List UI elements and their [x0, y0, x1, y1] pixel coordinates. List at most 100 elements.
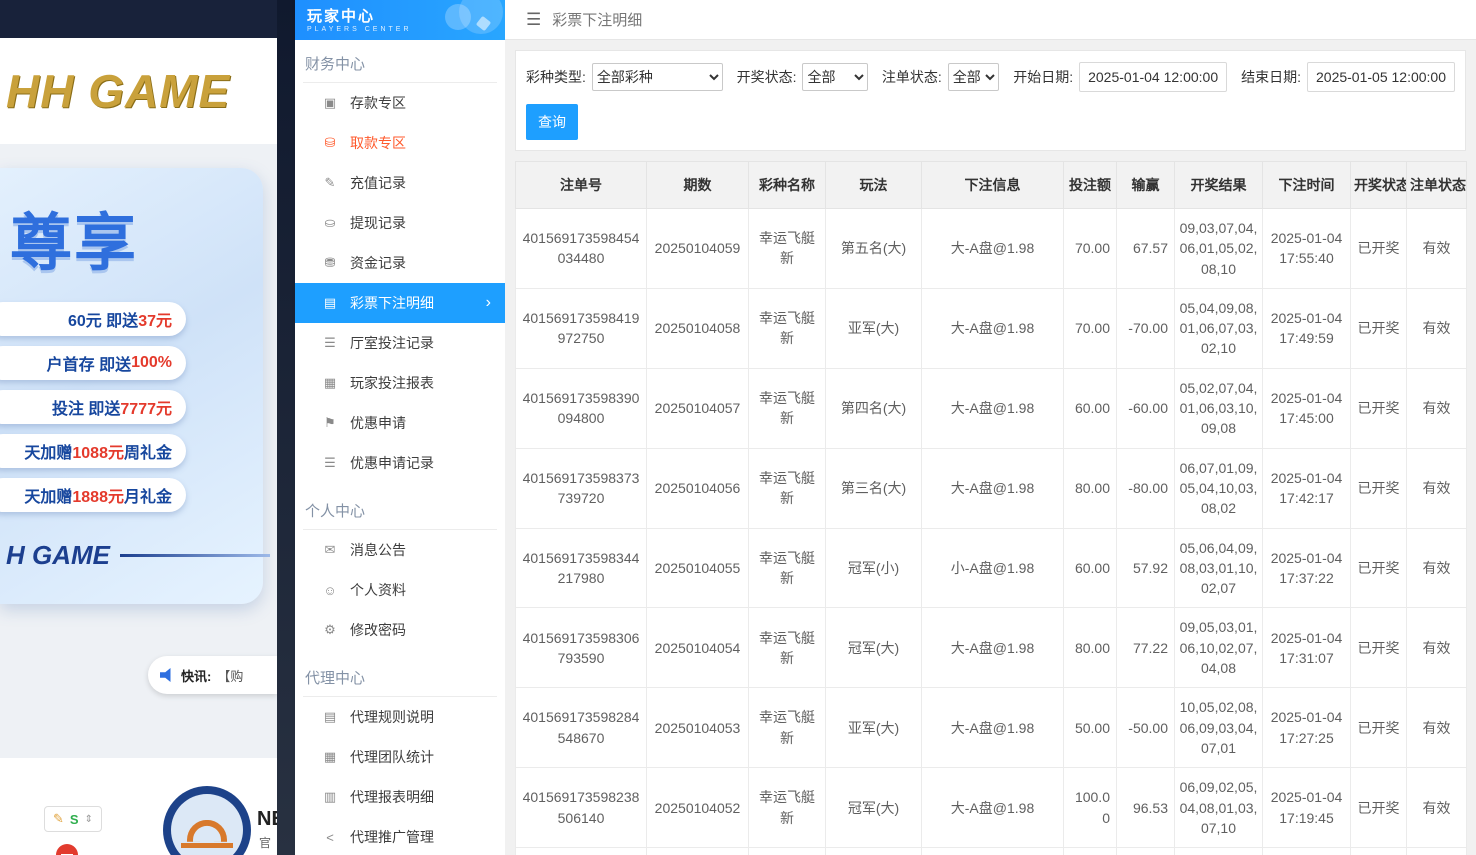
menu-list-icon: ☰: [322, 455, 338, 471]
hamburger-menu-icon[interactable]: ☰: [526, 10, 541, 30]
team-subtitle: 官: [259, 834, 271, 851]
column-header: 下注信息: [922, 162, 1064, 209]
sidebar-item-label: 取款专区: [350, 133, 406, 153]
cell-bet-info: 大-A盘@1.98: [922, 688, 1064, 768]
table-row: 40156917359834421798020250104055幸运飞艇新冠军(…: [516, 528, 1467, 608]
table-row: 40156917359839009480020250104057幸运飞艇新第四名…: [516, 368, 1467, 448]
main-topbar: ☰ 彩票下注明细: [505, 0, 1476, 40]
end-date-input[interactable]: [1307, 62, 1455, 92]
player-center-sidebar: 玩家中心 PLAYERS CENTER 财务中心▣存款专区⛁取款专区✎充值记录⛀…: [295, 0, 505, 855]
column-header: 注单号: [516, 162, 647, 209]
cell-play: 亚军(大): [826, 848, 922, 855]
promo-pill[interactable]: 天加赠1888元月礼金: [0, 478, 186, 512]
cell-lottery: 幸运飞艇新: [749, 688, 826, 768]
sidebar-item[interactable]: ⚑优惠申请: [295, 403, 505, 443]
cell-result: 04,09,10,01,02,03,05,07,06,08: [1175, 848, 1263, 855]
draw-status-select[interactable]: 全部: [802, 63, 867, 91]
site-footer-card: NE 官: [0, 758, 277, 855]
cell-draw-status: 已开奖: [1351, 848, 1407, 855]
sidebar-item[interactable]: ▤彩票下注明细›: [295, 283, 505, 323]
lottery-type-select[interactable]: 全部彩种: [592, 63, 723, 91]
sidebar-item[interactable]: ▣存款专区: [295, 83, 505, 123]
sidebar-item[interactable]: ✎充值记录: [295, 163, 505, 203]
cell-draw-status: 已开奖: [1351, 448, 1407, 528]
cell-amount: 70.00: [1064, 288, 1117, 368]
sidebar-item[interactable]: ⚙修改密码: [295, 610, 505, 650]
cell-time: 2025-01-04 17:49:59: [1263, 288, 1351, 368]
speaker-icon: [160, 668, 175, 682]
start-date-input[interactable]: [1079, 62, 1227, 92]
bet-status-select[interactable]: 全部: [948, 63, 1000, 91]
floating-toolbar[interactable]: ✎ S ⇕: [44, 806, 102, 832]
sidebar-item[interactable]: ▦玩家投注报表: [295, 363, 505, 403]
cell-period: 20250104051: [647, 848, 749, 855]
cell-play: 冠军(大): [826, 608, 922, 688]
sidebar-item-label: 代理团队统计: [350, 747, 434, 767]
cell-bet-info: 大-A盘@1.98: [922, 768, 1064, 848]
sidebar-item[interactable]: ▦代理团队统计: [295, 737, 505, 777]
cell-time: 2025-01-04 17:42:17: [1263, 448, 1351, 528]
cell-period: 20250104053: [647, 688, 749, 768]
sidebar-item-label: 优惠申请: [350, 413, 406, 433]
sidebar-item[interactable]: ☺个人资料: [295, 570, 505, 610]
money-record-icon: ⛃: [322, 255, 338, 271]
sidebar-item[interactable]: ☰ 厅室投注记录: [295, 323, 505, 363]
sidebar-menu: 财务中心▣存款专区⛁取款专区✎充值记录⛀提现记录⛃资金记录▤彩票下注明细›☰厅室…: [295, 40, 505, 855]
cell-win-loss: 67.57: [1117, 209, 1175, 289]
cell-play: 第四名(大): [826, 368, 922, 448]
promo-pill-prefix: 投注 即送: [52, 395, 120, 419]
promo-pill[interactable]: 户首存 即送100%: [0, 346, 186, 380]
edit-icon[interactable]: ✎: [53, 811, 64, 827]
cell-bet-status: 有效: [1407, 288, 1467, 368]
promo-pill[interactable]: 天加赠1088元周礼金: [0, 434, 186, 468]
table-header-row: 注单号期数彩种名称玩法下注信息投注额输赢开奖结果下注时间开奖状态注单状态: [516, 162, 1467, 209]
list-icon: ▤: [322, 295, 338, 311]
cell-amount: 80.00: [1064, 448, 1117, 528]
cell-bet-info: 大-A盘@1.98: [922, 848, 1064, 855]
cell-bet-status: 有效: [1407, 209, 1467, 289]
menu-list-icon: ☰: [322, 335, 338, 351]
s-logo-icon[interactable]: S: [70, 812, 79, 827]
cell-play: 亚军(大): [826, 688, 922, 768]
page-title: 彩票下注明细: [552, 9, 642, 30]
cell-play: 冠军(大): [826, 768, 922, 848]
cell-play: 第五名(大): [826, 209, 922, 289]
bet-status-label: 注单状态:: [882, 67, 942, 87]
cell-bet-info: 大-A盘@1.98: [922, 368, 1064, 448]
cell-result: 05,04,09,08,01,06,07,03,02,10: [1175, 288, 1263, 368]
cell-draw-status: 已开奖: [1351, 288, 1407, 368]
report-grid-icon: ▦: [322, 375, 338, 391]
banner-footer: H GAME: [6, 540, 270, 571]
table-row: 40156917359845403448020250104059幸运飞艇新第五名…: [516, 209, 1467, 289]
news-ticker[interactable]: 快讯: 【购: [148, 656, 277, 694]
promo-pill[interactable]: 60元 即送37元: [0, 302, 186, 336]
sidebar-item-label: 厅室投注记录: [350, 333, 434, 353]
promo-pill-accent: 100%: [131, 354, 172, 372]
sidebar-item[interactable]: ▥代理报表明细: [295, 777, 505, 817]
cell-bet-status: 有效: [1407, 608, 1467, 688]
sidebar-item[interactable]: ⛀提现记录: [295, 203, 505, 243]
coin-stack-icon: ⛀: [322, 215, 338, 231]
cell-win-loss: 96.53: [1117, 848, 1175, 855]
bell-icon: ✉: [322, 542, 338, 558]
table-row: 40156917359830679359020250104054幸运飞艇新冠军(…: [516, 608, 1467, 688]
sidebar-item[interactable]: ✉消息公告: [295, 530, 505, 570]
query-button[interactable]: 查询: [526, 104, 578, 140]
cell-amount: 50.00: [1064, 688, 1117, 768]
promo-pill-suffix: 周礼金: [124, 439, 172, 463]
column-header: 开奖结果: [1175, 162, 1263, 209]
column-header: 期数: [647, 162, 749, 209]
sidebar-item[interactable]: ⛃ 资金记录: [295, 243, 505, 283]
scroll-arrows-icon[interactable]: ⇕: [85, 814, 93, 825]
start-date-label: 开始日期:: [1013, 67, 1073, 87]
sidebar-item-label: 资金记录: [350, 253, 406, 273]
sidebar-item[interactable]: ⛁取款专区: [295, 123, 505, 163]
banner-footer-line: [120, 554, 270, 557]
column-header: 注单状态: [1407, 162, 1467, 209]
promo-pill[interactable]: 投注 即送7777元: [0, 390, 186, 424]
cell-bet-no: 401569173598454034480: [516, 209, 647, 289]
sidebar-item[interactable]: <代理推广管理: [295, 817, 505, 855]
sidebar-item[interactable]: ☰优惠申请记录: [295, 443, 505, 483]
sidebar-item[interactable]: ▤代理规则说明: [295, 697, 505, 737]
ticker-label: 快讯:: [181, 666, 211, 685]
